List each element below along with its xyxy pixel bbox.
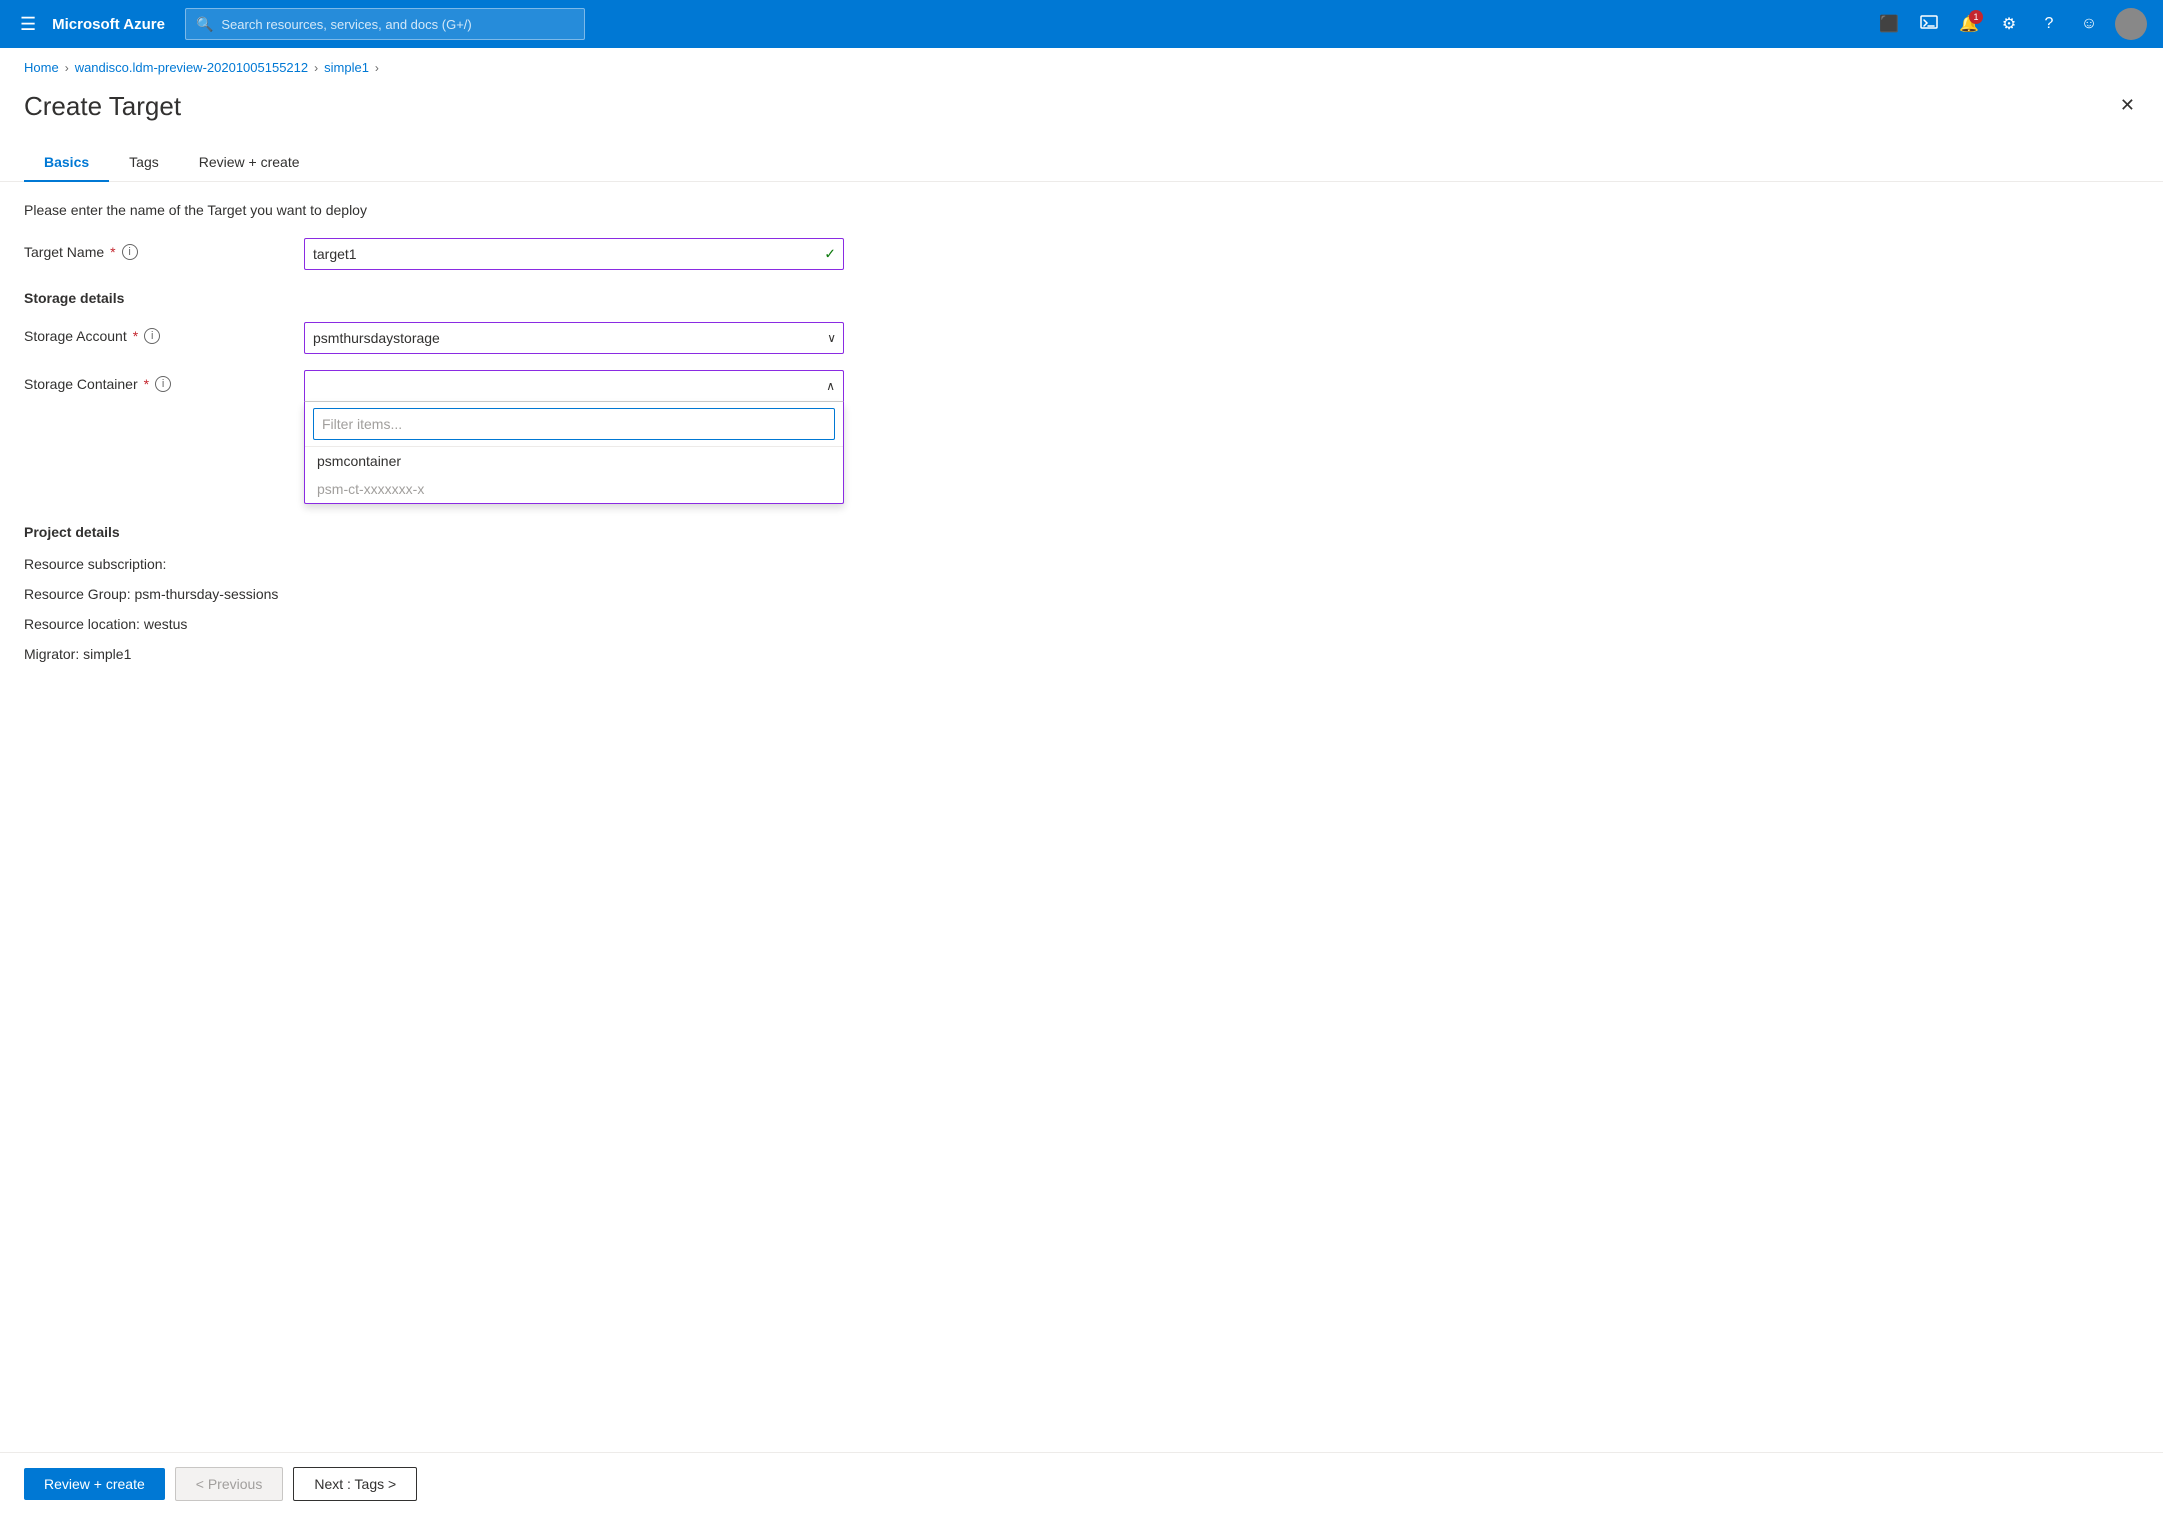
filter-wrap	[305, 402, 843, 446]
target-name-input[interactable]	[304, 238, 844, 270]
cloud-shell-icon	[1920, 13, 1938, 36]
breadcrumb-sep-1: ›	[65, 61, 69, 75]
check-icon: ✓	[824, 246, 836, 263]
previous-button[interactable]: < Previous	[175, 1467, 284, 1501]
storage-container-required-star: *	[144, 376, 149, 392]
storage-container-row: Storage Container * i ∧ psmcontainer psm…	[24, 370, 2139, 504]
nav-bar: ☰ Microsoft Azure 🔍 ⬛ 🔔 1 ⚙ ?	[0, 0, 2163, 48]
terminal-icon: ⬛	[1879, 14, 1899, 34]
storage-account-required-star: *	[133, 328, 138, 344]
tab-tags[interactable]: Tags	[109, 146, 179, 182]
settings-icon: ⚙	[2002, 14, 2016, 34]
feedback-icon-btn[interactable]: ☺	[2071, 6, 2107, 42]
project-details-heading: Project details	[24, 524, 2139, 540]
storage-account-info-icon[interactable]: i	[144, 328, 160, 344]
help-icon: ?	[2045, 15, 2054, 33]
breadcrumb-sep-2: ›	[314, 61, 318, 75]
cloud-shell-icon-btn[interactable]	[1911, 6, 1947, 42]
nav-icons: ⬛ 🔔 1 ⚙ ? ☺	[1871, 6, 2147, 42]
page-title: Create Target	[24, 91, 181, 122]
chevron-up-icon: ∧	[826, 379, 835, 393]
dropdown-item-psmcontainer[interactable]: psmcontainer	[305, 447, 843, 475]
target-name-row: Target Name * i ✓	[24, 238, 2139, 270]
review-create-button[interactable]: Review + create	[24, 1468, 165, 1500]
storage-account-label: Storage Account * i	[24, 322, 304, 344]
breadcrumb-sep-3: ›	[375, 61, 379, 75]
hamburger-icon[interactable]: ☰	[16, 10, 40, 39]
storage-account-select-wrapper: psmthursdaystorage ∨	[304, 322, 844, 354]
storage-container-label: Storage Container * i	[24, 370, 304, 392]
close-button[interactable]: ✕	[2116, 91, 2139, 120]
breadcrumb-home[interactable]: Home	[24, 60, 59, 75]
storage-container-info-icon[interactable]: i	[155, 376, 171, 392]
storage-account-row: Storage Account * i psmthursdaystorage ∨	[24, 322, 2139, 354]
filter-input[interactable]	[313, 408, 835, 440]
notification-badge: 1	[1969, 10, 1983, 24]
resource-location-label: Resource location: westus	[24, 616, 187, 632]
storage-details-heading: Storage details	[24, 290, 2139, 306]
resource-group-label: Resource Group: psm-thursday-sessions	[24, 586, 278, 602]
footer: Review + create < Previous Next : Tags >	[0, 1452, 2163, 1515]
tabs-bar: Basics Tags Review + create	[0, 122, 2163, 182]
next-button[interactable]: Next : Tags >	[293, 1467, 417, 1501]
target-name-input-wrapper: ✓	[304, 238, 844, 270]
storage-container-control: ∧ psmcontainer psm-ct-xxxxxxx-x	[304, 370, 844, 504]
form-description: Please enter the name of the Target you …	[24, 202, 2139, 218]
storage-container-trigger[interactable]: ∧	[304, 370, 844, 402]
migrator-row: Migrator: simple1	[24, 646, 2139, 662]
resource-location-row: Resource location: westus	[24, 616, 2139, 632]
dropdown-item-2[interactable]: psm-ct-xxxxxxx-x	[305, 475, 843, 503]
help-icon-btn[interactable]: ?	[2031, 6, 2067, 42]
storage-account-select[interactable]: psmthursdaystorage	[304, 322, 844, 354]
storage-account-control: psmthursdaystorage ∨	[304, 322, 844, 354]
page-title-row: Create Target ✕	[0, 83, 2163, 122]
migrator-label: Migrator: simple1	[24, 646, 131, 662]
target-name-label: Target Name * i	[24, 238, 304, 260]
brand-name: Microsoft Azure	[52, 16, 165, 33]
resource-subscription-label: Resource subscription:	[24, 556, 166, 572]
terminal-icon-btn[interactable]: ⬛	[1871, 6, 1907, 42]
resource-group-row: Resource Group: psm-thursday-sessions	[24, 586, 2139, 602]
storage-container-dropdown: psmcontainer psm-ct-xxxxxxx-x	[304, 402, 844, 504]
required-star: *	[110, 244, 115, 260]
search-icon: 🔍	[196, 16, 213, 33]
notifications-icon-btn[interactable]: 🔔 1	[1951, 6, 1987, 42]
tab-basics[interactable]: Basics	[24, 146, 109, 182]
resource-subscription-row: Resource subscription:	[24, 556, 2139, 572]
settings-icon-btn[interactable]: ⚙	[1991, 6, 2027, 42]
target-name-control: ✓	[304, 238, 844, 270]
form-content: Please enter the name of the Target you …	[0, 182, 2163, 696]
breadcrumb-simple1[interactable]: simple1	[324, 60, 369, 75]
feedback-icon: ☺	[2081, 15, 2097, 33]
tab-review-create[interactable]: Review + create	[179, 146, 320, 182]
user-avatar[interactable]	[2115, 8, 2147, 40]
search-bar[interactable]: 🔍	[185, 8, 585, 40]
breadcrumb: Home › wandisco.ldm-preview-202010051552…	[0, 48, 2163, 83]
breadcrumb-resource[interactable]: wandisco.ldm-preview-20201005155212	[75, 60, 308, 75]
search-input[interactable]	[221, 17, 574, 32]
target-name-info-icon[interactable]: i	[122, 244, 138, 260]
